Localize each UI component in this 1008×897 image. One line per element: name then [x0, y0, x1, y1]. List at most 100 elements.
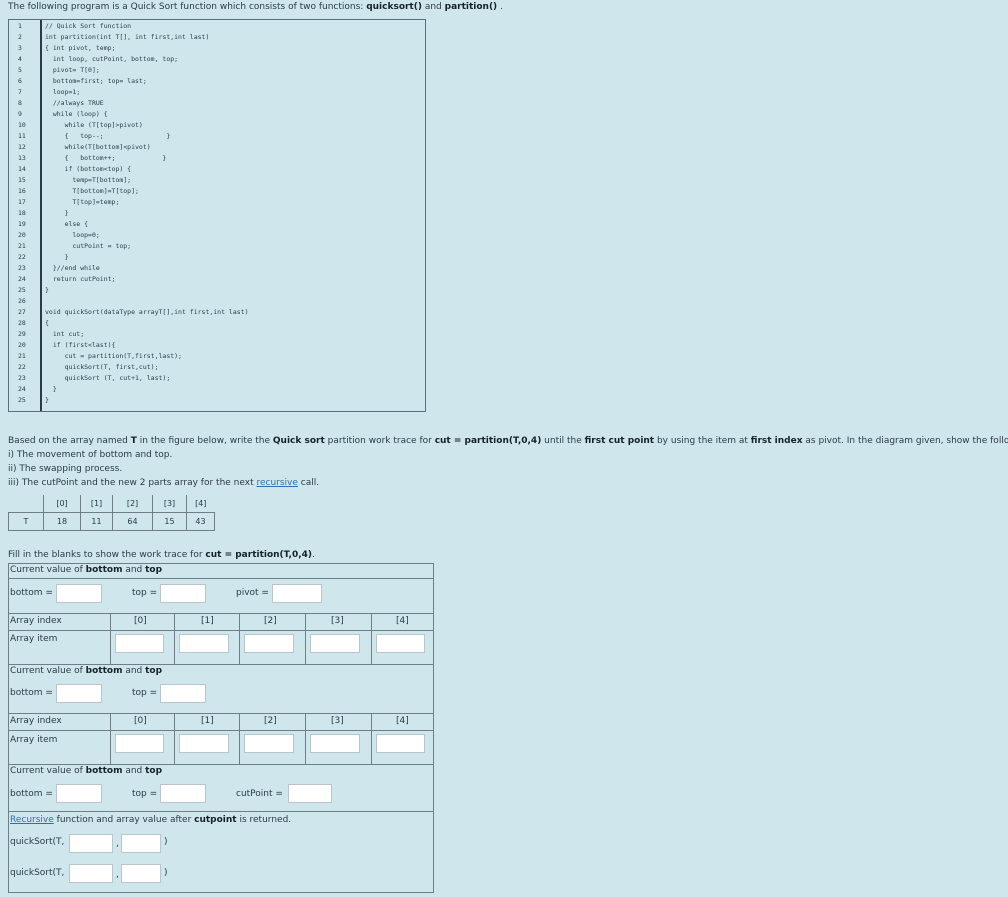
code-line: loop=1; [45, 88, 81, 96]
code-line-number: 20 [18, 231, 26, 239]
bottom-input[interactable] [56, 784, 102, 803]
section-heading: Current value of bottom and top [10, 565, 163, 575]
index-header: [1] [201, 616, 214, 626]
quicksort-call-2: quickSort(T, [10, 868, 65, 878]
index-header: [4] [396, 616, 409, 626]
array-item-input-0[interactable] [115, 634, 164, 653]
code-line-number: 5 [18, 66, 22, 74]
array-t-table: [0] [1] [2] [3] [4] T 18 11 64 15 43 [8, 495, 215, 531]
code-line-number: 3 [18, 44, 22, 52]
index-header: [3] [331, 716, 344, 726]
code-listing: 1 2 3 4 5 6 7 8 9 10 11 12 13 14 15 16 17 18 19 20 21 22 23 24 2… [8, 19, 426, 412]
recursive-link[interactable]: Recursive [10, 815, 54, 825]
array-item-input-4[interactable] [376, 734, 425, 753]
index-header: [1] [201, 716, 214, 726]
code-line-number: 17 [18, 198, 26, 206]
code-line-number: 26 [18, 297, 26, 305]
code-line-number: 8 [18, 99, 22, 107]
code-line-number: 24 [18, 275, 26, 283]
code-line-number: 22 [18, 363, 26, 371]
code-line-number: 2 [18, 33, 22, 41]
code-line-number: 18 [18, 209, 26, 217]
pivot-label: pivot = [236, 588, 269, 598]
array-item-input-2[interactable] [244, 734, 294, 753]
code-line-number: 20 [18, 341, 26, 349]
code-line: T[bottom]=T[top]; [45, 187, 139, 195]
code-line: { int pivot, temp; [45, 44, 116, 52]
code-line: { bottom++; } [45, 154, 167, 162]
code-line: return cutPoint; [45, 275, 116, 283]
quicksort-call-1-close: ) [164, 837, 168, 847]
recursive-heading: Recursive function and array value after… [10, 815, 292, 825]
quicksort-call-1-last-input[interactable] [121, 834, 161, 853]
code-line: bottom=first; top= last; [45, 77, 147, 85]
code-line-number: 27 [18, 308, 26, 316]
code-body: // Quick Sort function int partition(int … [40, 20, 425, 411]
array-item-input-4[interactable] [376, 634, 425, 653]
array-item-input-1[interactable] [179, 634, 229, 653]
code-line: int partition(int T[], int first,int las… [45, 33, 210, 41]
bottom-input[interactable] [56, 584, 102, 603]
quicksort-call-2-last-input[interactable] [121, 864, 161, 883]
top-input[interactable] [160, 684, 206, 703]
code-line: while(T[bottom]<pivot) [45, 143, 151, 151]
code-line-number: 16 [18, 187, 26, 195]
code-line-number: 23 [18, 264, 26, 272]
code-line: // Quick Sort function [45, 22, 132, 30]
code-line-number: 4 [18, 55, 22, 63]
code-line-number: 23 [18, 374, 26, 382]
array-index: [1] [80, 495, 113, 513]
code-line-number: 9 [18, 110, 22, 118]
array-value: 18 [43, 512, 81, 531]
index-header: [0] [134, 716, 147, 726]
code-line-number: 21 [18, 352, 26, 360]
array-index: [3] [152, 495, 187, 513]
intro-text: The following program is a Quick Sort fu… [8, 2, 503, 12]
quicksort-call-2-close: ) [164, 868, 168, 878]
code-line: quickSort (T, cut+1, last); [45, 374, 171, 382]
cutpoint-label: cutPoint = [236, 789, 283, 799]
array-item-input-3[interactable] [310, 734, 360, 753]
recursive-link[interactable]: recursive [256, 478, 297, 488]
array-index-label: Array index [10, 716, 62, 726]
question-paragraph: Based on the array named T in the figure… [8, 436, 1008, 446]
pivot-input[interactable] [272, 584, 322, 603]
array-index: [2] [112, 495, 153, 513]
trace-form: Current value of bottom and top bottom =… [8, 563, 434, 893]
code-line: //always TRUE [45, 99, 104, 107]
array-item-input-2[interactable] [244, 634, 294, 653]
quicksort-call-1-first-input[interactable] [69, 834, 113, 853]
top-input[interactable] [160, 784, 206, 803]
array-item-input-1[interactable] [179, 734, 229, 753]
array-item-input-3[interactable] [310, 634, 360, 653]
code-line: cutPoint = top; [45, 242, 132, 250]
fn-partition: partition() [444, 2, 498, 12]
form-instruction: Fill in the blanks to show the work trac… [8, 550, 315, 560]
index-header: [2] [264, 716, 277, 726]
code-line-number: 25 [18, 286, 26, 294]
array-value: 64 [112, 512, 153, 531]
code-line: cut = partition(T,first,last); [45, 352, 182, 360]
quicksort-call-1: quickSort(T, [10, 837, 65, 847]
array-value: 11 [80, 512, 113, 531]
array-item-label: Array item [10, 735, 58, 745]
code-line: else { [45, 220, 89, 228]
array-index-label: Array index [10, 616, 62, 626]
code-line-number: 7 [18, 88, 22, 96]
quicksort-call-2-first-input[interactable] [69, 864, 113, 883]
top-label: top = [132, 588, 158, 598]
code-line: } [45, 286, 49, 294]
bottom-input[interactable] [56, 684, 102, 703]
top-input[interactable] [160, 584, 206, 603]
code-line-numbers: 1 2 3 4 5 6 7 8 9 10 11 12 13 14 15 16 17 18 19 20 21 22 23 24 2… [9, 20, 40, 411]
question-item-2: ii) The swapping process. [8, 464, 123, 474]
code-line: quickSort(T, first,cut); [45, 363, 159, 371]
code-line-number: 13 [18, 154, 26, 162]
code-line-number: 6 [18, 77, 22, 85]
code-line: loop=0; [45, 231, 100, 239]
array-item-input-0[interactable] [115, 734, 164, 753]
code-line-number: 15 [18, 176, 26, 184]
cutpoint-input[interactable] [288, 784, 332, 803]
code-line: int cut; [45, 330, 85, 338]
code-line: T[top]=temp; [45, 198, 120, 206]
